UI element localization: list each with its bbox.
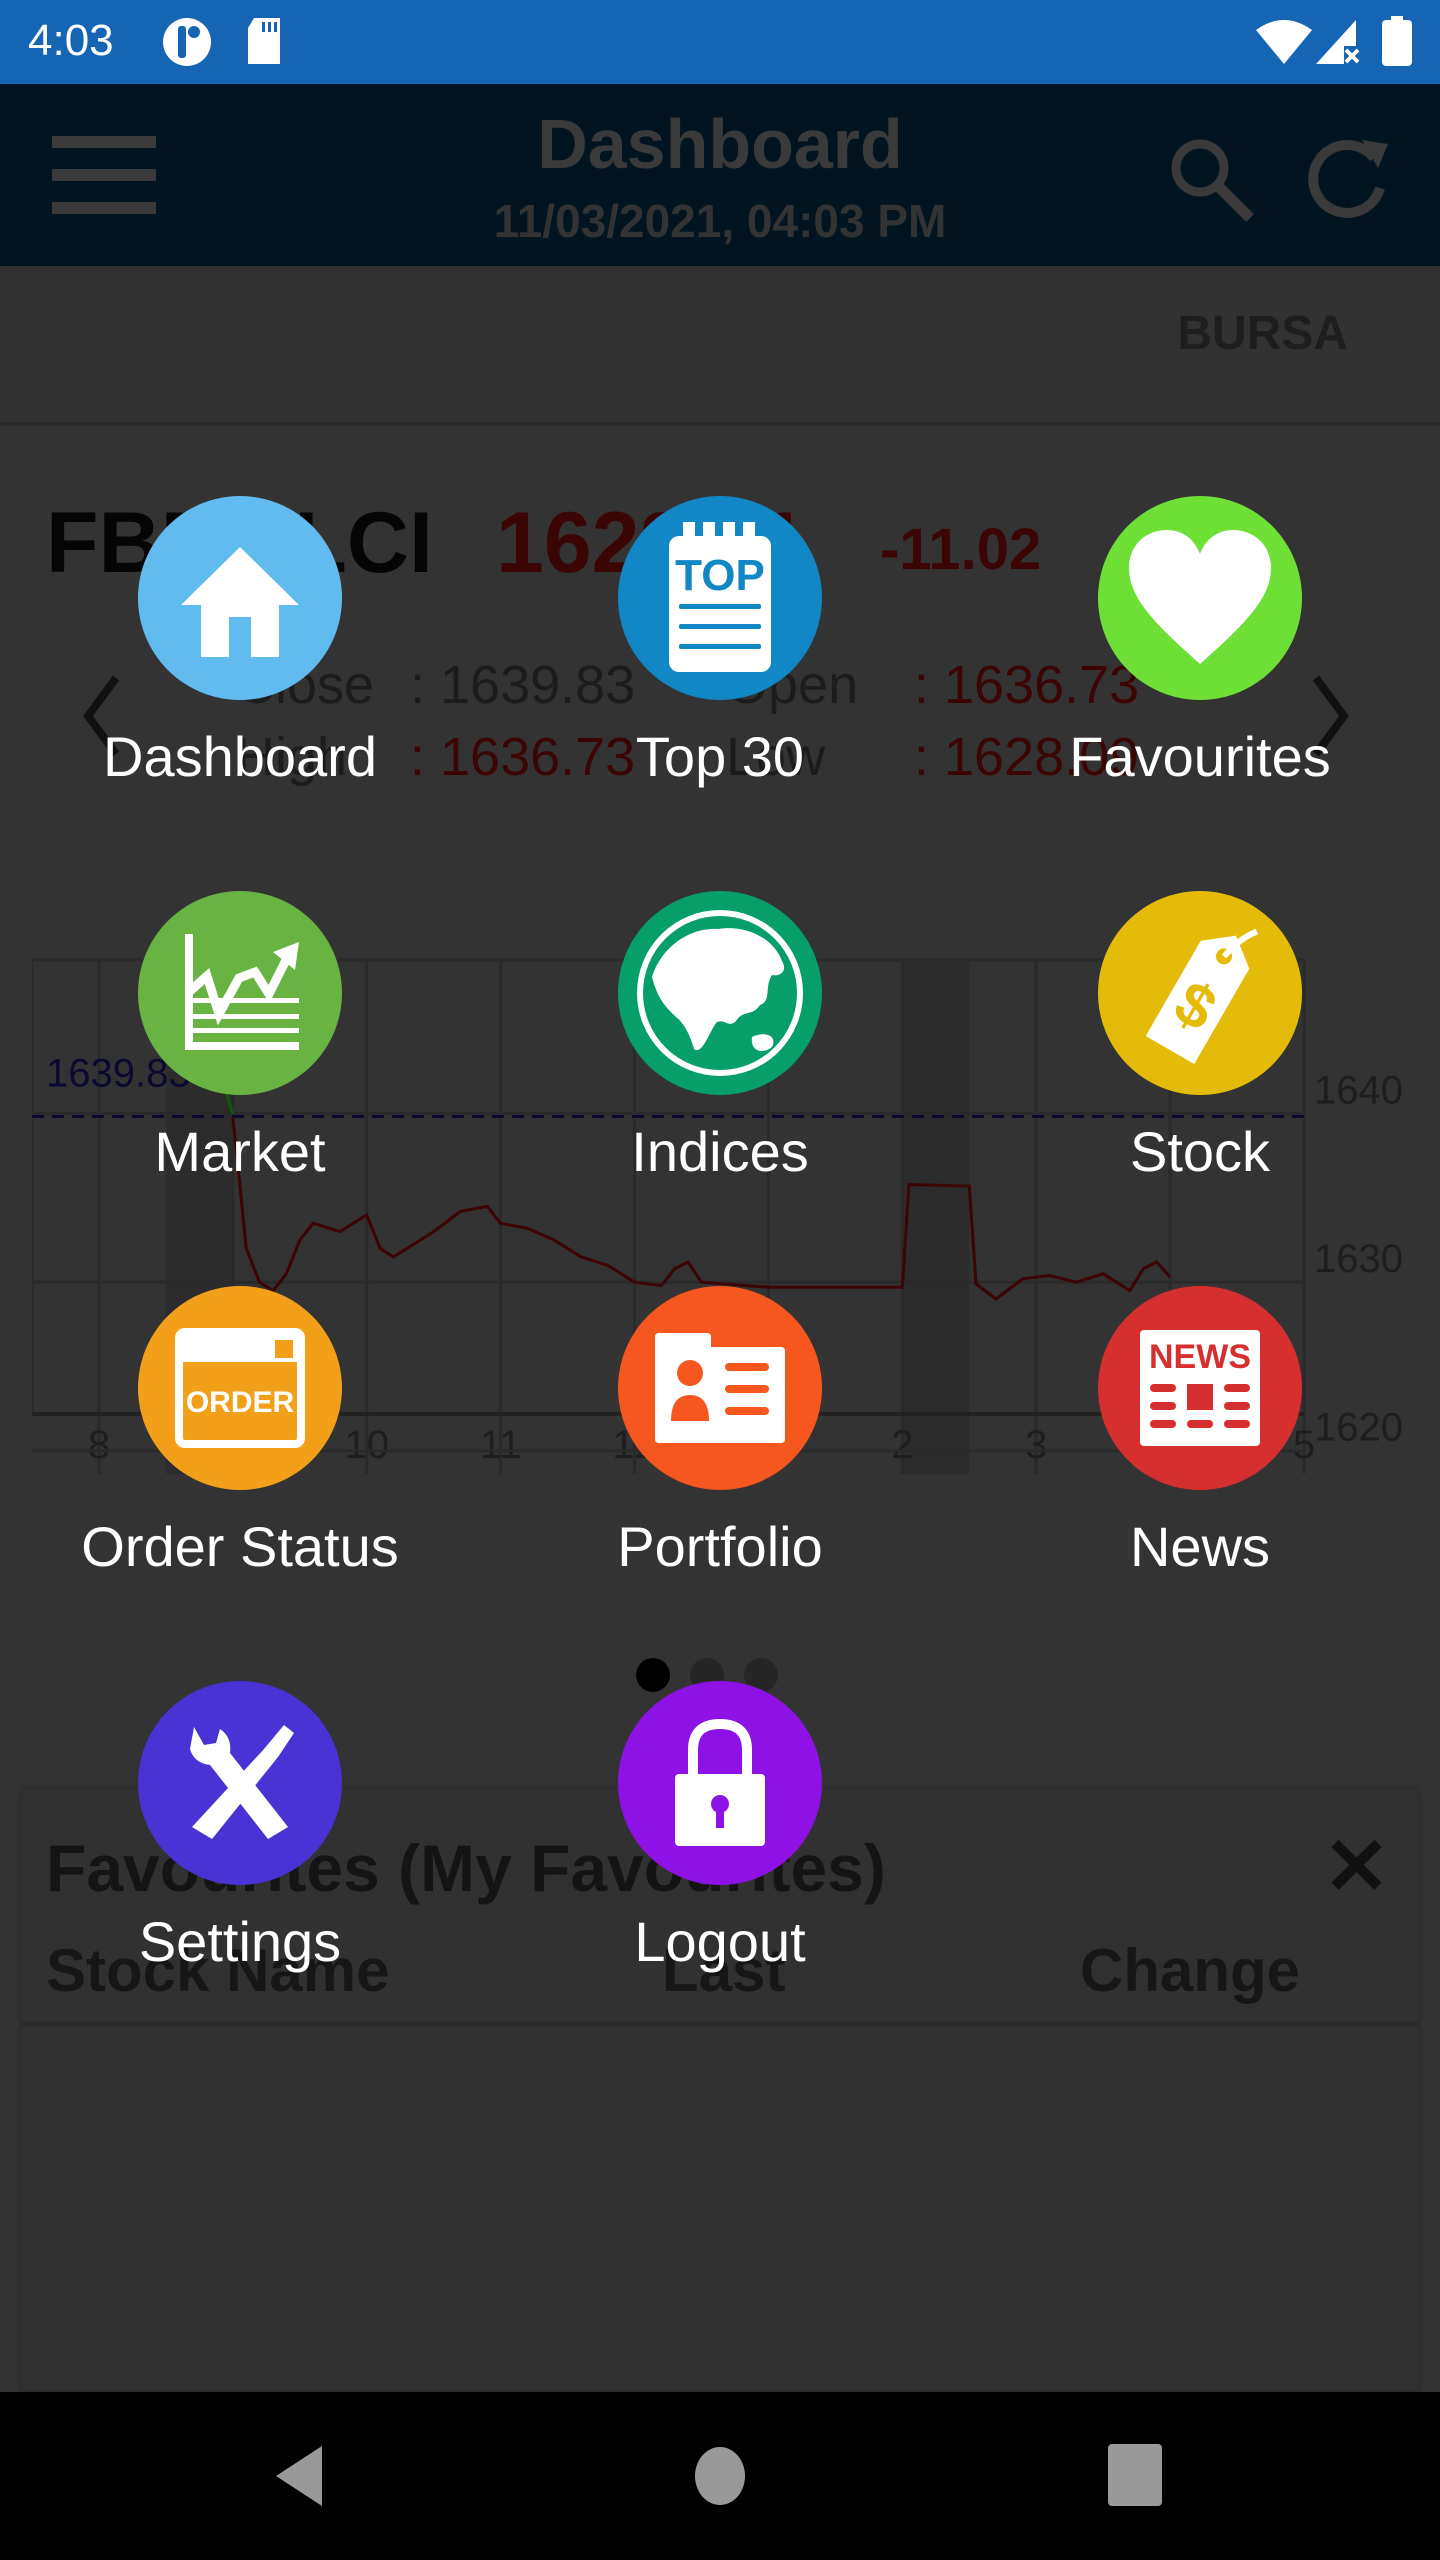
news-icon: NEWS	[1140, 1330, 1260, 1446]
menu-icon-circle: TOP	[618, 496, 822, 700]
column-header-change: Change	[1080, 1937, 1301, 2004]
heart-icon	[1129, 530, 1271, 664]
menu-icon-circle	[138, 496, 342, 700]
svg-text:ORDER: ORDER	[186, 1386, 295, 1419]
menu-label: Order Status	[81, 1515, 399, 1578]
dashboard-screen: Dashboard 11/03/2021, 04:03 PM BURSA FBM…	[0, 84, 1440, 2392]
menu-icon-circle: ORDER	[138, 1286, 342, 1490]
menu-label: Logout	[634, 1910, 806, 1973]
menu-icon-circle	[1098, 496, 1302, 700]
menu-item-logout[interactable]: Logout	[570, 1681, 870, 2001]
header-divider	[22, 2022, 1418, 2026]
chart-x-tick-label: 3	[1025, 1423, 1047, 1467]
sim-notification-icon	[163, 18, 211, 66]
battery-icon	[1382, 16, 1412, 66]
exchange-selector[interactable]: BURSA	[0, 266, 1440, 426]
status-bar: 4:03	[0, 0, 1440, 84]
menu-item-favourites[interactable]: Favourites	[1050, 496, 1350, 816]
svg-text:NEWS: NEWS	[1149, 1338, 1251, 1376]
signal-no-service-icon	[1316, 20, 1360, 64]
menu-icon-circle	[618, 1681, 822, 1885]
back-icon[interactable]	[272, 2444, 326, 2508]
menu-label: Market	[154, 1120, 326, 1183]
menu-item-top-30[interactable]: TOP Top 30	[570, 496, 870, 816]
order-icon: ORDER	[175, 1328, 305, 1448]
menu-icon-circle	[618, 1286, 822, 1490]
close-icon[interactable]: ✕	[1323, 1820, 1390, 1913]
settings-tools-icon	[190, 1725, 294, 1839]
menu-item-news[interactable]: NEWS News	[1050, 1286, 1350, 1606]
menu-label: Settings	[138, 1910, 342, 1973]
chart-shaded-band	[902, 960, 970, 1474]
menu-icon-circle: NEWS	[1098, 1286, 1302, 1490]
price-tag-icon: $	[1145, 928, 1259, 1064]
menu-label: Top 30	[635, 725, 805, 788]
index-change: -11.02	[880, 517, 1042, 582]
menu-label: Favourites	[1069, 725, 1331, 788]
menu-item-dashboard[interactable]: Dashboard	[90, 496, 390, 816]
menu-item-order-status[interactable]: ORDER Order Status	[81, 1286, 399, 1606]
search-icon[interactable]	[1168, 136, 1256, 224]
lock-icon	[675, 1718, 765, 1846]
system-nav-bar	[0, 2392, 1440, 2560]
chart-x-tick-label: 2	[891, 1423, 913, 1467]
exchange-label[interactable]: BURSA	[1177, 306, 1348, 361]
market-chart-icon	[185, 934, 299, 1050]
menu-item-market[interactable]: Market	[90, 891, 390, 1211]
home-icon	[181, 547, 299, 657]
menu-icon-circle: $	[1098, 891, 1302, 1095]
top-list-icon: TOP	[669, 522, 771, 672]
menu-item-indices[interactable]: Indices	[570, 891, 870, 1211]
menu-item-settings[interactable]: Settings	[90, 1681, 390, 2001]
menu-label: Stock	[1129, 1120, 1271, 1183]
app-toolbar: Dashboard 11/03/2021, 04:03 PM	[0, 84, 1440, 266]
chart-y-tick-label: 1630	[1314, 1237, 1403, 1281]
menu-label: News	[1129, 1515, 1271, 1578]
svg-text:TOP: TOP	[675, 551, 765, 600]
menu-item-stock[interactable]: $ Stock	[1050, 891, 1350, 1211]
menu-icon-circle	[138, 891, 342, 1095]
menu-label: Indices	[631, 1120, 809, 1183]
home-icon-nav[interactable]	[694, 2446, 746, 2506]
wifi-icon	[1256, 20, 1312, 64]
status-time: 4:03	[28, 16, 114, 65]
menu-icon-circle	[138, 1681, 342, 1885]
menu-item-portfolio[interactable]: Portfolio	[570, 1286, 870, 1606]
menu-label: Portfolio	[617, 1515, 823, 1578]
globe-icon	[637, 910, 803, 1076]
sd-card-icon	[248, 18, 280, 64]
recents-icon[interactable]	[1108, 2444, 1162, 2506]
refresh-icon[interactable]	[1304, 134, 1394, 224]
chart-x-tick-label: 11	[480, 1423, 522, 1467]
menu-icon-circle	[618, 891, 822, 1095]
portfolio-card-icon	[655, 1333, 785, 1443]
menu-label: Dashboard	[103, 725, 377, 788]
